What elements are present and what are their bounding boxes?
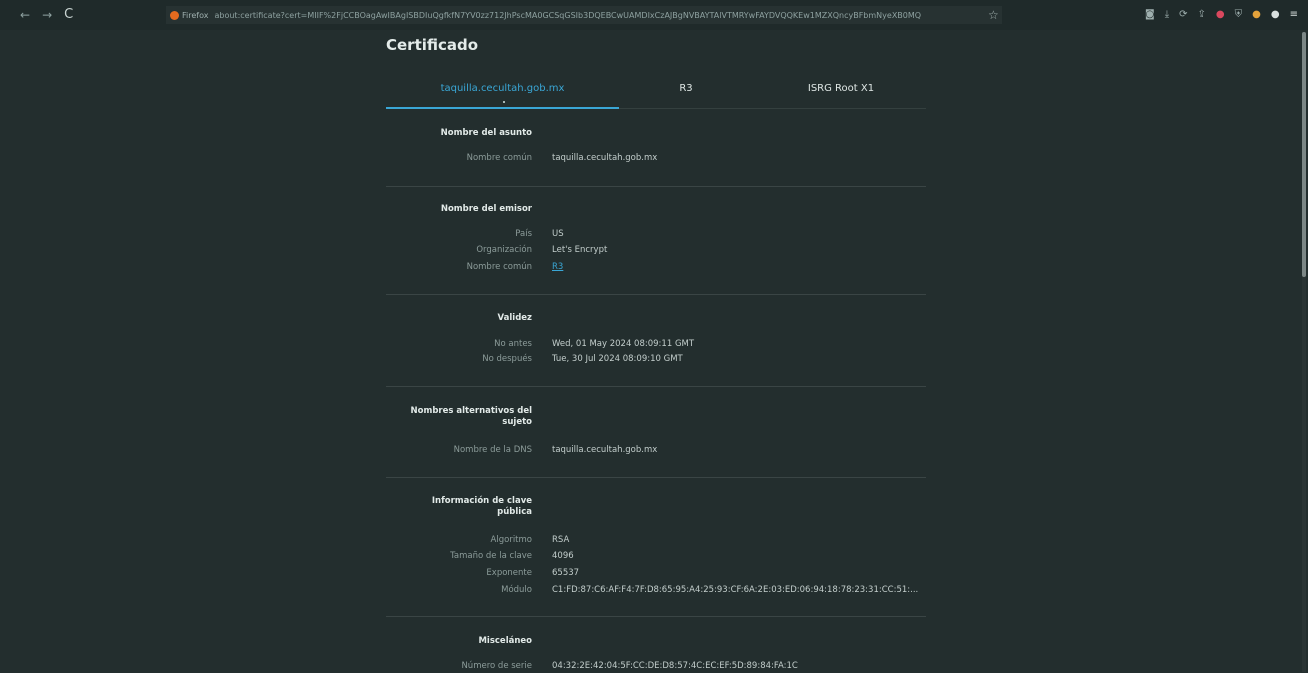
section-title: Validez bbox=[497, 313, 532, 323]
account-icon[interactable]: ● bbox=[1271, 0, 1280, 30]
field-row: Nombre común taquilla.cecultah.gob.mx bbox=[386, 152, 926, 164]
section-divider bbox=[386, 186, 926, 187]
star-icon[interactable]: ☆ bbox=[988, 6, 999, 24]
section-divider bbox=[386, 294, 926, 295]
issuer-cn-link[interactable]: R3 bbox=[552, 261, 563, 273]
section-title: Nombre del emisor bbox=[440, 204, 532, 214]
tab-leaf-certificate[interactable]: taquilla.cecultah.gob.mx bbox=[386, 76, 619, 109]
firefox-icon bbox=[170, 10, 179, 20]
pocket-icon[interactable]: ◙ bbox=[1145, 0, 1155, 30]
forward-button[interactable]: → bbox=[36, 0, 58, 30]
menu-icon[interactable]: ≡ bbox=[1290, 0, 1298, 30]
field-label: Nombre común bbox=[466, 262, 532, 272]
field-value: C1:FD:87:C6:AF:F4:7F:D8:65:95:A4:25:93:C… bbox=[552, 585, 919, 595]
section-title-line1: Nombres alternativos del bbox=[410, 406, 532, 416]
field-value: Wed, 01 May 2024 08:09:11 GMT bbox=[552, 339, 695, 349]
field-value: 04:32:2E:42:04:5F:CC:DE:D8:57:4C:EC:EF:5… bbox=[552, 661, 798, 671]
tab-root-certificate[interactable]: ISRG Root X1 bbox=[766, 76, 916, 107]
section-title-line2: sujeto bbox=[502, 417, 532, 427]
field-value: taquilla.cecultah.gob.mx bbox=[552, 153, 658, 163]
field-label: Organización bbox=[476, 245, 532, 255]
section-miscellaneous: Misceláneo Número de serie 04:32:2E:42:0… bbox=[386, 636, 926, 672]
section-title: Misceláneo bbox=[478, 636, 532, 646]
field-label: Número de serie bbox=[461, 661, 532, 671]
tab-label: R3 bbox=[679, 83, 693, 94]
field-row: Exponente 65537 bbox=[386, 567, 926, 579]
field-row: Organización Let's Encrypt bbox=[386, 244, 926, 256]
field-label: País bbox=[515, 229, 532, 239]
field-row: Número de serie 04:32:2E:42:04:5F:CC:DE:… bbox=[386, 660, 926, 672]
field-row: Nombre común R3 bbox=[386, 261, 926, 273]
download-icon[interactable]: ⤓ bbox=[1165, 0, 1169, 30]
field-value: taquilla.cecultah.gob.mx bbox=[552, 445, 658, 455]
section-title-line2: pública bbox=[497, 507, 532, 517]
section-public-key-info: Información de clave pública Algoritmo R… bbox=[386, 496, 926, 600]
scrollbar[interactable] bbox=[1302, 32, 1306, 672]
field-value: Let's Encrypt bbox=[552, 245, 608, 255]
section-divider bbox=[386, 616, 926, 617]
field-label: Nombre de la DNS bbox=[453, 445, 532, 455]
page-title: Certificado bbox=[386, 36, 479, 54]
field-row: No después Tue, 30 Jul 2024 08:09:10 GMT bbox=[386, 353, 926, 365]
certificate-tabs: taquilla.cecultah.gob.mx R3 ISRG Root X1 bbox=[386, 76, 926, 109]
cursor-dot bbox=[502, 101, 505, 103]
field-label: No antes bbox=[494, 339, 532, 349]
sync-icon[interactable]: ⟳ bbox=[1179, 0, 1187, 30]
tab-label: taquilla.cecultah.gob.mx bbox=[440, 83, 565, 94]
url-text[interactable]: about:certificate?cert=MIIF%2FjCCBOagAwI… bbox=[214, 11, 1002, 20]
back-button[interactable]: ← bbox=[14, 0, 36, 30]
section-subject-name: Nombre del asunto Nombre común taquilla.… bbox=[386, 128, 926, 170]
field-label: No después bbox=[482, 354, 532, 364]
tab-intermediate-certificate[interactable]: R3 bbox=[626, 76, 746, 107]
section-subject-alt-names: Nombres alternativos del sujeto Nombre d… bbox=[386, 406, 926, 462]
extension-icon[interactable]: ● bbox=[1252, 0, 1261, 30]
shield-icon[interactable]: ⛨ bbox=[1235, 0, 1243, 30]
field-value: US bbox=[552, 229, 564, 239]
browser-name-label: Firefox bbox=[182, 10, 209, 20]
adblock-icon[interactable]: ● bbox=[1216, 0, 1225, 30]
field-row: Módulo C1:FD:87:C6:AF:F4:7F:D8:65:95:A4:… bbox=[386, 584, 926, 596]
section-title-line1: Información de clave bbox=[431, 496, 532, 506]
field-value: 4096 bbox=[552, 551, 574, 561]
field-row: País US bbox=[386, 228, 926, 240]
section-validity: Validez No antes Wed, 01 May 2024 08:09:… bbox=[386, 313, 926, 369]
scrollbar-thumb[interactable] bbox=[1302, 32, 1306, 277]
field-label: Exponente bbox=[486, 568, 532, 578]
extension-icons: ◙ ⤓ ⟳ ⇪ ● ⛨ ● ● ≡ bbox=[1145, 0, 1298, 30]
field-row: Algoritmo RSA bbox=[386, 534, 926, 546]
browser-toolbar: ← → C Firefox about:certificate?cert=MII… bbox=[0, 0, 1308, 30]
field-row: Tamaño de la clave 4096 bbox=[386, 550, 926, 562]
field-row: No antes Wed, 01 May 2024 08:09:11 GMT bbox=[386, 338, 926, 350]
field-value: 65537 bbox=[552, 568, 580, 578]
field-label: Módulo bbox=[501, 585, 532, 595]
section-title: Nombre del asunto bbox=[440, 128, 532, 138]
field-label: Tamaño de la clave bbox=[450, 551, 532, 561]
address-bar[interactable]: Firefox about:certificate?cert=MIIF%2FjC… bbox=[166, 6, 1002, 24]
field-row: Nombre de la DNS taquilla.cecultah.gob.m… bbox=[386, 444, 926, 456]
field-value: RSA bbox=[552, 535, 570, 545]
field-label: Nombre común bbox=[466, 153, 532, 163]
section-divider bbox=[386, 386, 926, 387]
tab-label: ISRG Root X1 bbox=[807, 83, 875, 94]
section-issuer-name: Nombre del emisor País US Organización L… bbox=[386, 204, 926, 273]
field-label: Algoritmo bbox=[490, 535, 532, 545]
section-divider bbox=[386, 477, 926, 478]
field-value: Tue, 30 Jul 2024 08:09:10 GMT bbox=[552, 354, 683, 364]
reload-button[interactable]: C bbox=[58, 0, 79, 30]
share-icon[interactable]: ⇪ bbox=[1198, 0, 1206, 30]
